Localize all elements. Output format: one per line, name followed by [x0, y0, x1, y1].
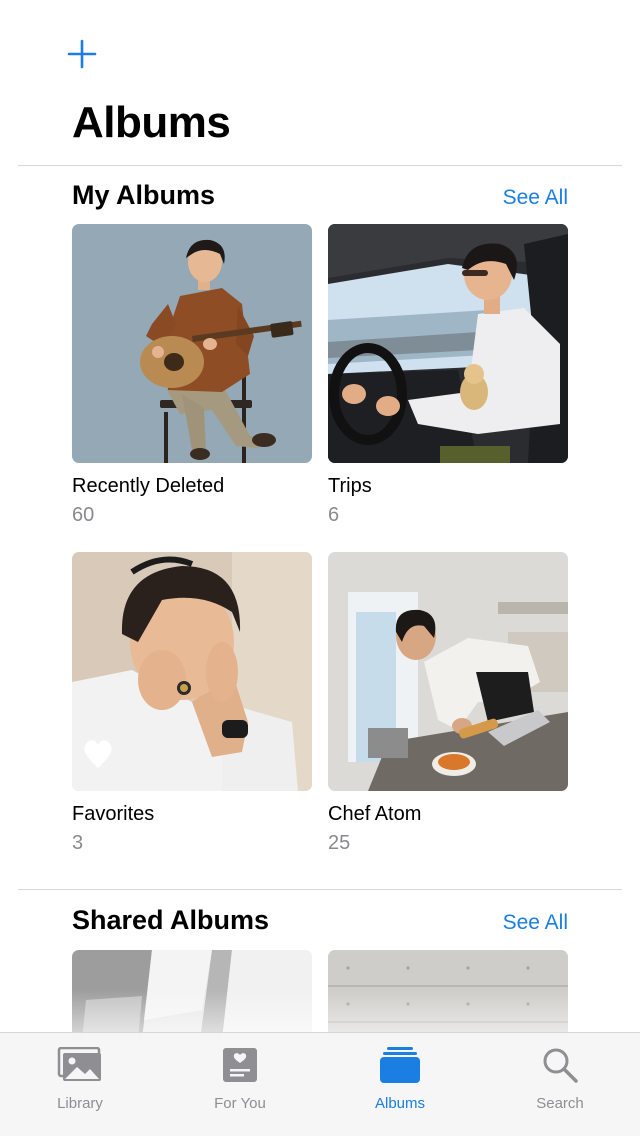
- shared-albums-title: Shared Albums: [72, 905, 270, 935]
- tab-albums[interactable]: Albums: [320, 1033, 480, 1136]
- photo-library-icon: [56, 1043, 104, 1087]
- tab-label: Library: [57, 1095, 103, 1112]
- album-thumbnail: [328, 552, 568, 791]
- header-divider: [18, 165, 622, 166]
- plus-icon: [67, 39, 97, 69]
- tab-search[interactable]: Search: [480, 1033, 640, 1136]
- album-name: Trips: [328, 475, 372, 497]
- album-count: 25: [328, 832, 351, 854]
- shared-album-thumbnail[interactable]: [72, 950, 312, 1040]
- tab-library[interactable]: Library: [0, 1033, 160, 1136]
- tab-for-you[interactable]: For You: [160, 1033, 320, 1136]
- album-thumbnail: [328, 224, 568, 463]
- page-title: Albums: [72, 98, 231, 147]
- for-you-icon: [216, 1043, 264, 1087]
- shared-albums-see-all-button[interactable]: See All: [503, 911, 568, 935]
- album-name: Chef Atom: [328, 803, 422, 825]
- my-albums-see-all-button[interactable]: See All: [503, 186, 568, 210]
- tab-label: Albums: [374, 1095, 426, 1112]
- album-count: 3: [72, 832, 84, 854]
- album-trips[interactable]: Trips 6: [328, 224, 568, 527]
- my-albums-title: My Albums: [72, 180, 216, 210]
- tab-bar: Library For You Albums Search: [0, 1032, 640, 1136]
- album-count: 60: [72, 504, 95, 526]
- album-chef-atom[interactable]: Chef Atom 25: [328, 552, 568, 855]
- album-recently-deleted[interactable]: Recently Deleted 60: [72, 224, 312, 527]
- tab-label: For You: [214, 1095, 266, 1112]
- albums-icon: [376, 1043, 424, 1087]
- tab-label: Search: [536, 1095, 584, 1112]
- album-favorites[interactable]: Favorites 3: [72, 552, 312, 855]
- album-name: Favorites: [72, 803, 155, 825]
- album-thumbnail: [72, 552, 312, 791]
- album-count: 6: [328, 504, 340, 526]
- search-icon: [536, 1043, 584, 1087]
- album-name: Recently Deleted: [72, 475, 225, 497]
- album-thumbnail: [72, 224, 312, 463]
- section-divider: [18, 889, 622, 890]
- shared-album-thumbnail[interactable]: [328, 950, 568, 1040]
- add-album-button[interactable]: [66, 38, 98, 70]
